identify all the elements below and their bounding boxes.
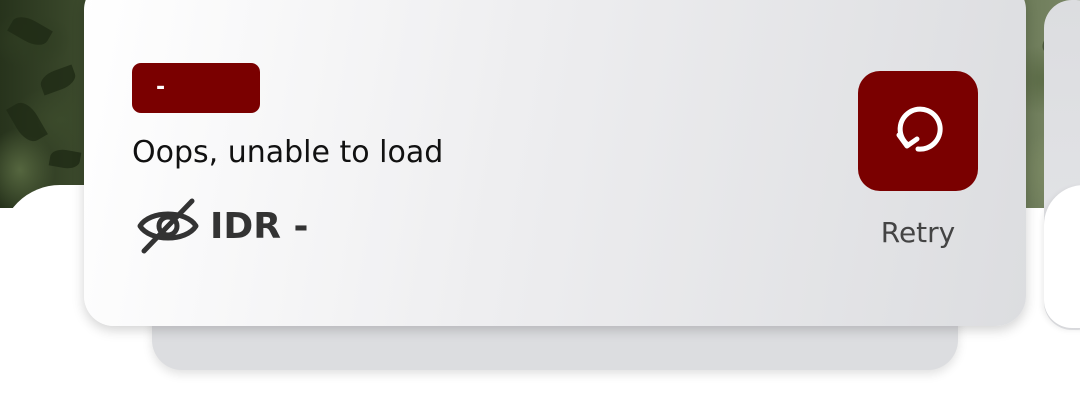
refresh-icon <box>888 99 948 163</box>
account-badge: - <box>132 63 260 113</box>
retry-label[interactable]: Retry <box>858 216 978 249</box>
retry-button[interactable] <box>858 71 978 191</box>
currency-code: IDR <box>210 205 281 247</box>
balance-row: IDR - <box>136 196 309 256</box>
screen: - Oops, unable to load IDR - Retry <box>0 0 1080 406</box>
balance-value: IDR - <box>210 206 309 247</box>
eye-off-icon[interactable] <box>136 196 200 256</box>
next-card-peek-lower <box>1044 185 1080 328</box>
error-message: Oops, unable to load <box>132 135 444 170</box>
balance-amount: - <box>293 205 309 247</box>
